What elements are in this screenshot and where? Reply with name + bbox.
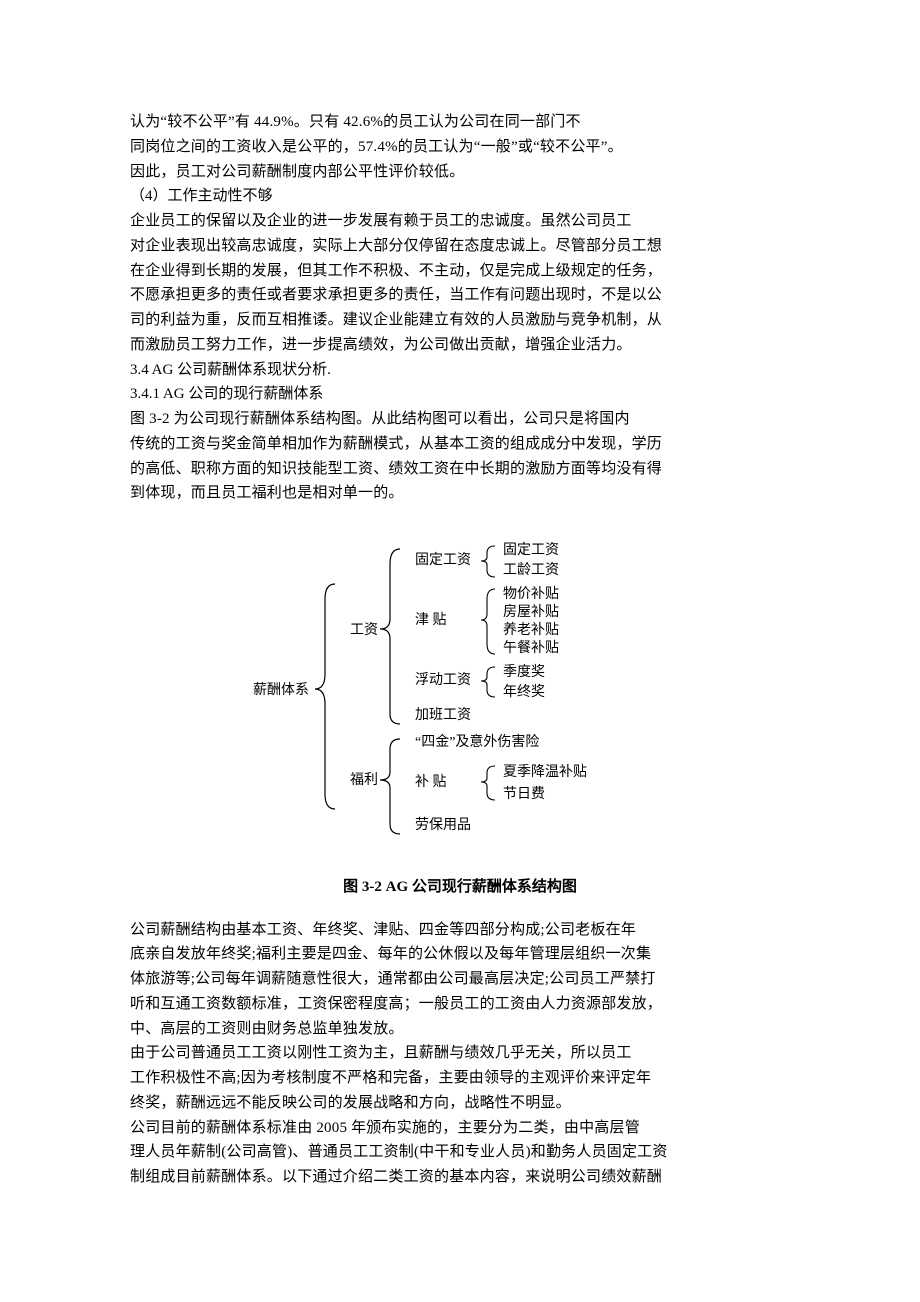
body-text: 司的利益为重，反而互相推诿。建议企业能建立有效的人员激励与竞争机制，从 <box>130 308 790 333</box>
diagram-root-label: 薪酬体系 <box>253 682 309 698</box>
diagram-leaf-label: 年终奖 <box>503 683 545 700</box>
document-page: 认为“较不公平”有 44.9%。只有 42.6%的员工认为公司在同一部门不 同岗… <box>0 0 920 1250</box>
diagram-leaf-label: 固定工资 <box>503 542 559 558</box>
diagram-leaf-label: 季度奖 <box>503 663 545 680</box>
body-text: 制组成目前薪酬体系。以下通过介绍二类工资的基本内容，来说明公司绩效薪酬 <box>130 1165 790 1190</box>
body-text: 在企业得到长期的发展，但其工作不积极、不主动，仅是完成上级规定的任务， <box>130 259 790 284</box>
diagram-node-label: 浮动工资 <box>415 672 471 688</box>
diagram-leaf-label: 房屋补贴 <box>503 604 559 620</box>
body-text: 底亲自发放年终奖;福利主要是四金、每年的公休假以及每年管理层组织一次集 <box>130 942 790 967</box>
diagram-leaf-label: 工龄工资 <box>503 562 559 578</box>
body-text: 图 3-2 为公司现行薪酬体系结构图。从此结构图可以看出，公司只是将国内 <box>130 407 790 432</box>
body-text: 因此，员工对公司薪酬制度内部公平性评价较低。 <box>130 160 790 185</box>
diagram-node-label: 补 贴 <box>415 774 447 790</box>
diagram-node-label: 固定工资 <box>415 552 471 568</box>
body-text: 工作积极性不高;因为考核制度不严格和完备，主要由领导的主观评价来评定年 <box>130 1066 790 1091</box>
section-heading-3-4-1: 3.4.1 AG 公司的现行薪酬体系 <box>130 382 790 407</box>
section-heading-4: （4）工作主动性不够 <box>130 184 790 209</box>
body-text: 终奖，薪酬远远不能反映公司的发展战略和方向，战略性不明显。 <box>130 1091 790 1116</box>
diagram-container: 薪酬体系 工资 固定工资 固定工资 工龄工资 津 贴 物价补贴 房屋补贴 养老补… <box>130 524 790 863</box>
diagram-branch-label: 工资 <box>350 622 378 638</box>
diagram-node-label: 加班工资 <box>415 707 471 723</box>
body-text: 由于公司普通员工工资以刚性工资为主，且薪酬与绩效几乎无关，所以员工 <box>130 1041 790 1066</box>
body-text: 理人员年薪制(公司高管)、普通员工工资制(中干和专业人员)和勤务人员固定工资 <box>130 1140 790 1165</box>
body-text: 不愿承担更多的责任或者要求承担更多的责任，当工作有问题出现时，不是以公 <box>130 283 790 308</box>
diagram-node-label: “四金”及意外伤害险 <box>415 733 539 750</box>
body-text: 而激励员工努力工作，进一步提高绩效，为公司做出贡献，增强企业活力。 <box>130 333 790 358</box>
body-text: 传统的工资与奖金简单相加作为薪酬模式，从基本工资的组成成分中发现，学历 <box>130 432 790 457</box>
body-text: 同岗位之间的工资收入是公平的，57.4%的员工认为“一般”或“较不公平”。 <box>130 135 790 160</box>
body-text: 中、高层的工资则由财务总监单独发放。 <box>130 1017 790 1042</box>
diagram-node-label: 劳保用品 <box>415 817 471 833</box>
body-text: 对企业表现出较高忠诚度，实际上大部分仅停留在态度忠诚上。尽管部分员工想 <box>130 234 790 259</box>
figure-caption: 图 3-2 AG 公司现行薪酬体系结构图 <box>130 875 790 900</box>
diagram-leaf-label: 午餐补贴 <box>503 640 559 656</box>
diagram-leaf-label: 夏季降温补贴 <box>503 764 587 780</box>
body-text: 到体现，而且员工福利也是相对单一的。 <box>130 481 790 506</box>
diagram-leaf-label: 养老补贴 <box>503 622 559 638</box>
body-text: 公司薪酬结构由基本工资、年终奖、津贴、四金等四部分构成;公司老板在年 <box>130 918 790 943</box>
body-text: 认为“较不公平”有 44.9%。只有 42.6%的员工认为公司在同一部门不 <box>130 110 790 135</box>
body-text: 公司目前的薪酬体系标准由 2005 年颁布实施的，主要分为二类，由中高层管 <box>130 1116 790 1141</box>
compensation-structure-diagram: 薪酬体系 工资 固定工资 固定工资 工龄工资 津 贴 物价补贴 房屋补贴 养老补… <box>205 524 715 854</box>
diagram-leaf-label: 物价补贴 <box>503 586 559 602</box>
section-heading-3-4: 3.4 AG 公司薪酬体系现状分析. <box>130 358 790 383</box>
diagram-node-label: 津 贴 <box>415 612 447 628</box>
body-text: 的高低、职称方面的知识技能型工资、绩效工资在中长期的激励方面等均没有得 <box>130 457 790 482</box>
diagram-branch-label: 福利 <box>350 772 378 788</box>
body-text: 听和互通工资数额标准，工资保密程度高；一般员工的工资由人力资源部发放， <box>130 992 790 1017</box>
body-text: 体旅游等;公司每年调薪随意性很大，通常都由公司最高层决定;公司员工严禁打 <box>130 967 790 992</box>
body-text: 企业员工的保留以及企业的进一步发展有赖于员工的忠诚度。虽然公司员工 <box>130 209 790 234</box>
diagram-leaf-label: 节日费 <box>503 786 545 802</box>
